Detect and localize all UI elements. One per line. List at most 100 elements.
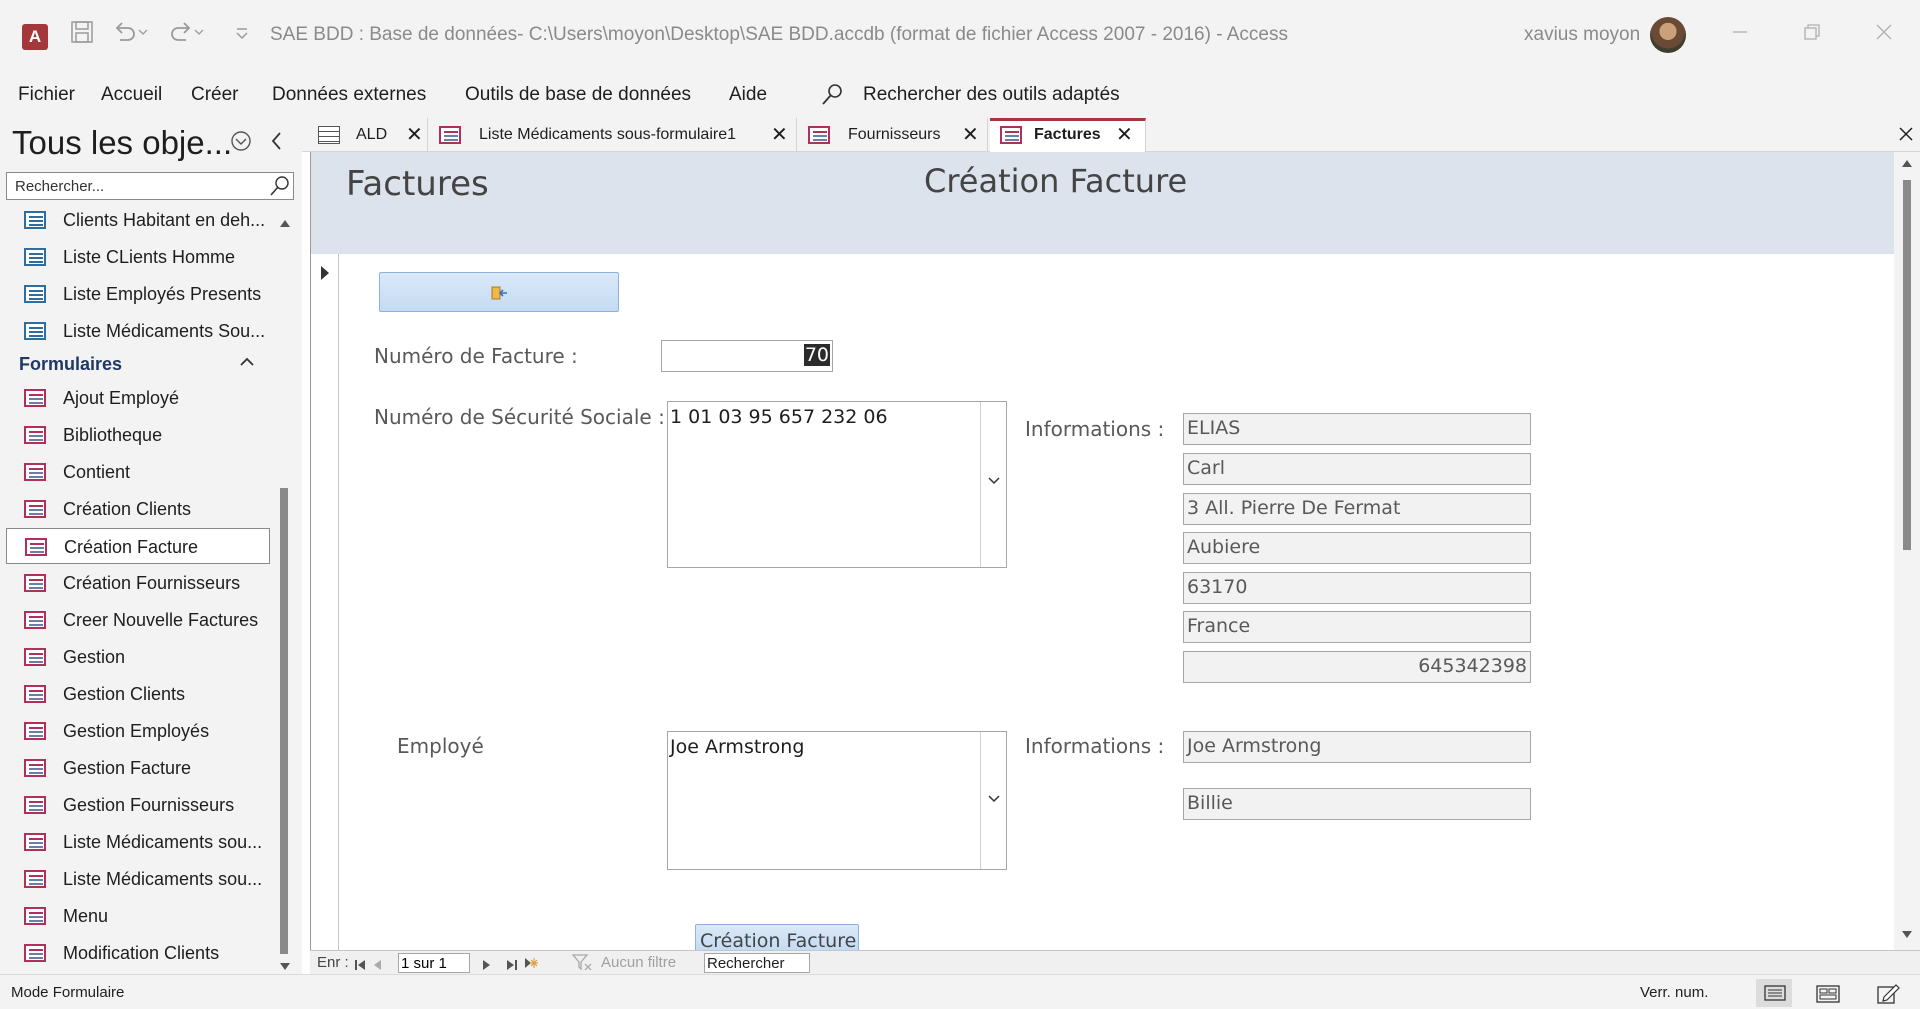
scroll-up-icon[interactable] <box>278 214 292 233</box>
layout-view-icon[interactable] <box>1816 985 1840 1007</box>
form-icon <box>24 426 46 444</box>
client-pays-field[interactable]: France <box>1183 611 1531 643</box>
new-record-icon[interactable] <box>524 955 538 974</box>
nav-form-item[interactable]: Création Clients <box>6 491 270 527</box>
nav-query-item[interactable]: Liste Employés Presents <box>6 276 270 312</box>
nav-form-item[interactable]: Bibliotheque <box>6 417 270 453</box>
client-adresse-field[interactable]: 3 All. Pierre De Fermat <box>1183 493 1531 525</box>
close-form-button[interactable] <box>379 272 619 312</box>
form-vertical-scrollbar[interactable] <box>1894 152 1920 950</box>
nav-form-item[interactable]: Liste Médicaments sou... <box>6 861 270 897</box>
menu-outils-bdd[interactable]: Outils de base de données <box>465 84 691 106</box>
nav-form-item[interactable]: Creer Nouvelle Factures <box>6 602 270 638</box>
ssn-listbox[interactable]: 1 01 03 95 657 232 06 <box>667 401 1007 568</box>
form-icon <box>24 722 46 740</box>
nav-pane-title[interactable]: Tous les obje... <box>12 124 232 162</box>
nav-form-item[interactable]: Liste Médicaments sou... <box>6 824 270 860</box>
tab-ald[interactable]: ALD ✕ <box>308 118 428 152</box>
client-telephone-field[interactable]: 645342398 <box>1183 651 1531 683</box>
client-code-postal-field[interactable]: 63170 <box>1183 572 1531 604</box>
close-icon[interactable]: ✕ <box>1116 122 1133 146</box>
client-prenom-field[interactable]: Carl <box>1183 453 1531 485</box>
employee-nom-field[interactable]: Joe Armstrong <box>1183 731 1531 763</box>
close-icon[interactable]: ✕ <box>771 122 788 146</box>
customize-quick-access-icon[interactable] <box>234 20 250 50</box>
form-icon <box>24 833 46 851</box>
search-icon[interactable] <box>269 175 291 201</box>
nav-form-item[interactable]: Gestion Employés <box>6 713 270 749</box>
scroll-down-icon[interactable] <box>1901 930 1913 940</box>
avatar[interactable] <box>1650 17 1686 53</box>
current-record-input[interactable]: 1 sur 1 <box>398 953 470 973</box>
user-name[interactable]: xavius moyon <box>1524 24 1640 46</box>
nav-section-formulaires[interactable]: Formulaires <box>19 354 122 375</box>
form-icon <box>24 870 46 888</box>
nav-query-item[interactable]: Clients Habitant en deh... <box>6 202 270 238</box>
listbox-scrollbar[interactable] <box>980 732 1006 869</box>
nav-form-item-selected[interactable]: Création Facture <box>6 528 270 564</box>
employee-prenom-field[interactable]: Billie <box>1183 788 1531 820</box>
nav-dropdown-icon[interactable] <box>230 130 252 156</box>
nav-form-item[interactable]: Menu <box>6 898 270 934</box>
save-icon[interactable] <box>70 20 94 50</box>
nav-search-input[interactable]: Rechercher... <box>6 172 294 200</box>
invoice-number-field[interactable]: 70 <box>661 340 833 372</box>
form-icon <box>808 126 830 144</box>
form-icon <box>24 685 46 703</box>
undo-icon[interactable] <box>112 20 148 50</box>
nav-form-item[interactable]: Modification Clients <box>6 935 270 971</box>
menu-donnees-externes[interactable]: Données externes <box>272 84 426 106</box>
menu-fichier[interactable]: Fichier <box>18 84 75 106</box>
nav-form-item[interactable]: Gestion Clients <box>6 676 270 712</box>
menu-accueil[interactable]: Accueil <box>101 84 162 106</box>
tab-liste-medicaments[interactable]: Liste Médicaments sous-formulaire1 ✕ <box>429 118 797 152</box>
next-record-icon[interactable] <box>482 956 492 975</box>
chevron-up-icon[interactable] <box>238 354 256 374</box>
search-icon[interactable] <box>820 82 844 112</box>
scroll-up-icon[interactable] <box>1901 158 1913 168</box>
tab-factures[interactable]: Factures ✕ <box>990 118 1146 152</box>
collapse-nav-icon[interactable] <box>268 130 286 156</box>
client-ville-field[interactable]: Aubiere <box>1183 532 1531 564</box>
tab-fournisseurs[interactable]: Fournisseurs ✕ <box>798 118 988 152</box>
employee-listbox[interactable]: Joe Armstrong <box>667 731 1007 870</box>
nav-item-label: Gestion Employés <box>63 721 210 741</box>
redo-icon[interactable] <box>168 20 204 50</box>
close-window-icon[interactable] <box>1864 18 1904 54</box>
first-record-icon[interactable] <box>354 956 366 975</box>
nav-scrollbar-thumb[interactable] <box>280 488 288 954</box>
record-selector[interactable] <box>311 254 339 950</box>
nav-form-item[interactable]: Création Fournisseurs <box>6 565 270 601</box>
nav-form-item[interactable]: Gestion Facture <box>6 750 270 786</box>
form-scrollbar-thumb[interactable] <box>1903 180 1911 550</box>
nav-form-item[interactable]: Ajout Employé <box>6 380 270 416</box>
close-icon[interactable]: ✕ <box>962 122 979 146</box>
nav-form-item[interactable]: Gestion <box>6 639 270 675</box>
last-record-icon[interactable] <box>506 956 518 975</box>
form-view-button[interactable] <box>1756 979 1792 1007</box>
nav-form-item[interactable]: Contient <box>6 454 270 490</box>
create-invoice-label: Création Facture <box>700 930 857 950</box>
form-icon <box>24 611 46 629</box>
query-icon <box>24 322 46 340</box>
previous-record-icon[interactable] <box>372 956 382 975</box>
restore-icon[interactable] <box>1792 18 1832 54</box>
close-icon[interactable]: ✕ <box>406 122 423 146</box>
document-tab-bar: ALD ✕ Liste Médicaments sous-formulaire1… <box>302 118 1920 152</box>
minimize-icon[interactable] <box>1720 18 1760 54</box>
nav-query-item[interactable]: Liste CLients Homme <box>6 239 270 275</box>
nav-query-item[interactable]: Liste Médicaments Sou... <box>6 313 270 349</box>
create-invoice-button[interactable]: Création Facture <box>695 924 859 950</box>
status-bar: Mode Formulaire Verr. num. <box>0 974 1920 1009</box>
design-view-icon[interactable] <box>1876 983 1900 1009</box>
form-title: Factures <box>346 164 489 204</box>
client-nom-field[interactable]: ELIAS <box>1183 413 1531 445</box>
filter-status[interactable]: Aucun filtre <box>601 954 676 971</box>
close-object-icon[interactable] <box>1896 124 1916 148</box>
nav-form-item[interactable]: Gestion Fournisseurs <box>6 787 270 823</box>
tell-me-search[interactable]: Rechercher des outils adaptés <box>863 84 1120 106</box>
menu-aide[interactable]: Aide <box>729 84 767 106</box>
listbox-scrollbar[interactable] <box>980 402 1006 567</box>
record-search-input[interactable]: Rechercher <box>704 953 810 973</box>
menu-creer[interactable]: Créer <box>191 84 239 106</box>
